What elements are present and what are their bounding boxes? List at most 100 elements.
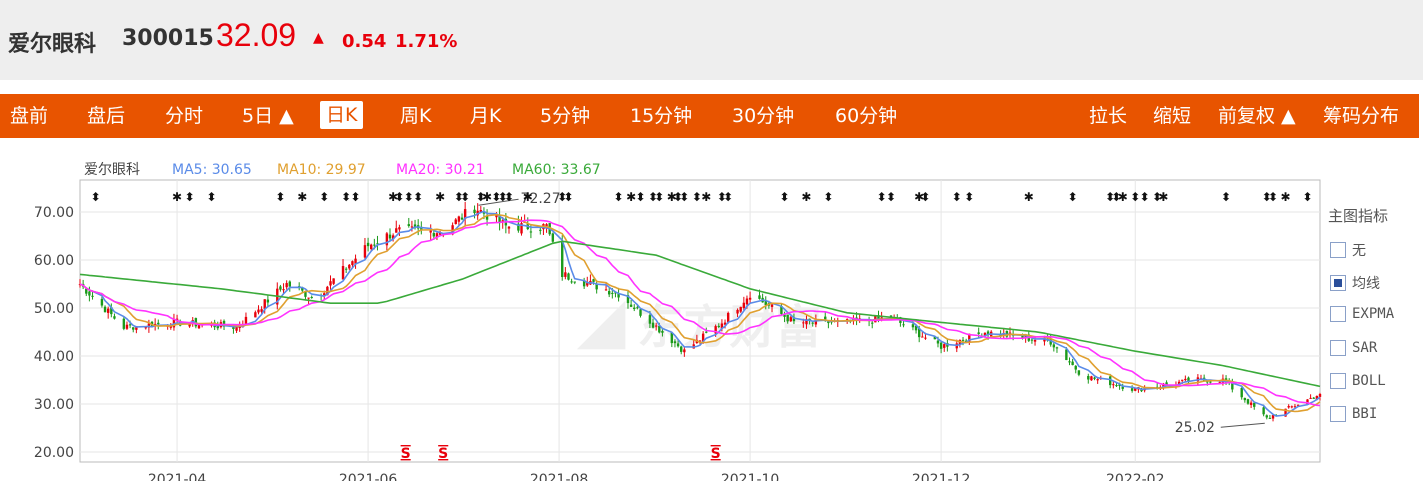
candle-body [1033,339,1037,342]
signal-tick: ✱ [172,190,182,204]
tab-5day[interactable]: 5日 ▲ [242,102,294,130]
candle-body [673,341,677,344]
candle-body [639,309,642,316]
candle-body [366,242,370,247]
candle-body [1065,349,1068,361]
candle-body [106,308,110,313]
shrink-button[interactable]: 缩短 [1153,102,1191,130]
candle-body [332,278,335,284]
candle-body [260,309,263,312]
y-tick-label: 50.00 [34,301,74,317]
checkbox[interactable] [1330,306,1346,322]
legend-stock-name: 爱尔眼科 [84,162,140,178]
candle-body [770,304,774,307]
signal-tick: ✱ [801,190,811,204]
candle-body [1071,361,1074,366]
candle-body [257,309,260,313]
signal-tick: ✱ [435,190,445,204]
signal-tick: ⬍ [206,190,216,204]
candle-body [1181,379,1184,381]
signal-tick: ⬍ [504,190,514,204]
candle-body [132,327,135,330]
signal-tick: ⬍ [563,190,573,204]
candle-body [407,224,410,227]
signal-tick: ✱ [701,190,711,204]
signal-tick: ⬍ [460,190,470,204]
candle-body [432,233,436,237]
tab-5min[interactable]: 5分钟 [540,102,590,130]
candle-body [344,268,348,270]
signal-tick: ⬍ [635,190,645,204]
signal-tick: ✱ [1024,190,1034,204]
candle-body [1243,397,1247,401]
candle-body [279,286,282,290]
signal-tick: ✱ [1118,190,1128,204]
candle-body [307,297,310,299]
candle-body [1096,379,1099,381]
period-toolbar: 盘前 盘后 分时 5日 ▲ 日K 周K 月K 5分钟 15分钟 30分钟 60分… [0,94,1419,138]
tab-premarket[interactable]: 盘前 [10,102,48,130]
candle-body [1262,407,1265,415]
signal-tick: ⬍ [780,190,790,204]
indicator-sar[interactable]: SAR [1330,340,1377,360]
tab-60min[interactable]: 60分钟 [835,102,897,130]
tab-15min[interactable]: 15分钟 [630,102,692,130]
x-tick-label: 2021-04 [148,472,207,481]
indicator-bbi[interactable]: BBI [1330,406,1377,426]
candle-body [604,289,608,291]
candle-body [811,322,814,324]
candle-body [388,234,392,239]
candle-body [473,209,476,214]
y-tick-label: 60.00 [34,253,74,269]
checkbox[interactable] [1330,340,1346,356]
tab-daily-k[interactable]: 日K [320,101,364,129]
candle-body [636,307,639,309]
adjust-dropdown[interactable]: 前复权 ▲ [1218,102,1296,130]
y-tick-label: 20.00 [34,445,74,461]
candle-body [1087,375,1090,380]
candle-body [742,302,746,308]
checkbox[interactable] [1330,373,1346,389]
indicator-ma[interactable]: 均线 [1330,273,1380,293]
signal-tick: ⬍ [964,190,974,204]
indicator-none[interactable]: 无 [1330,240,1366,260]
checkbox[interactable] [1330,242,1346,258]
candle-body [1265,415,1268,418]
candle-body [1287,406,1290,408]
legend-ma60: MA60: 33.67 [512,162,601,178]
candle-body [1249,402,1253,405]
candle-body [370,244,373,250]
candle-body [122,318,126,329]
up-arrow-icon: ▲ [313,30,324,46]
tab-30min[interactable]: 30分钟 [732,102,794,130]
chip-distribution-button[interactable]: 筹码分布 [1323,102,1399,130]
candle-body [939,342,943,349]
checkbox[interactable] [1330,406,1346,422]
tab-monthly-k[interactable]: 月K [470,102,501,130]
kline-chart[interactable]: 爱尔眼科 MA5: 30.65 MA10: 29.97 MA20: 30.21 … [0,138,1423,481]
candle-body [717,325,720,327]
chart-legend: 爱尔眼科 MA5: 30.65 MA10: 29.97 MA20: 30.21 … [84,162,601,178]
signal-tick: ⬍ [319,190,329,204]
candle-body [1093,377,1096,379]
candle-body [705,331,708,333]
candle-body [961,339,965,341]
indicator-boll[interactable]: BOLL [1330,373,1386,393]
signal-tick: ⬍ [1068,190,1078,204]
indicator-expma[interactable]: EXPMA [1330,306,1394,326]
candle-body [567,273,570,280]
candle-body [363,245,367,258]
candle-body [351,261,354,265]
tab-intraday[interactable]: 分时 [165,102,203,130]
candle-body [285,283,288,288]
candle-body [651,322,655,328]
candle-body [924,337,927,339]
signal-tick: ⬍ [185,190,195,204]
candle-body [607,291,611,295]
tab-weekly-k[interactable]: 周K [400,102,431,130]
tab-afterhours[interactable]: 盘后 [87,102,125,130]
checkbox-checked[interactable] [1330,275,1346,291]
candle-body [661,330,664,333]
stretch-button[interactable]: 拉长 [1089,102,1127,130]
x-tick-label: 2021-10 [721,472,780,481]
